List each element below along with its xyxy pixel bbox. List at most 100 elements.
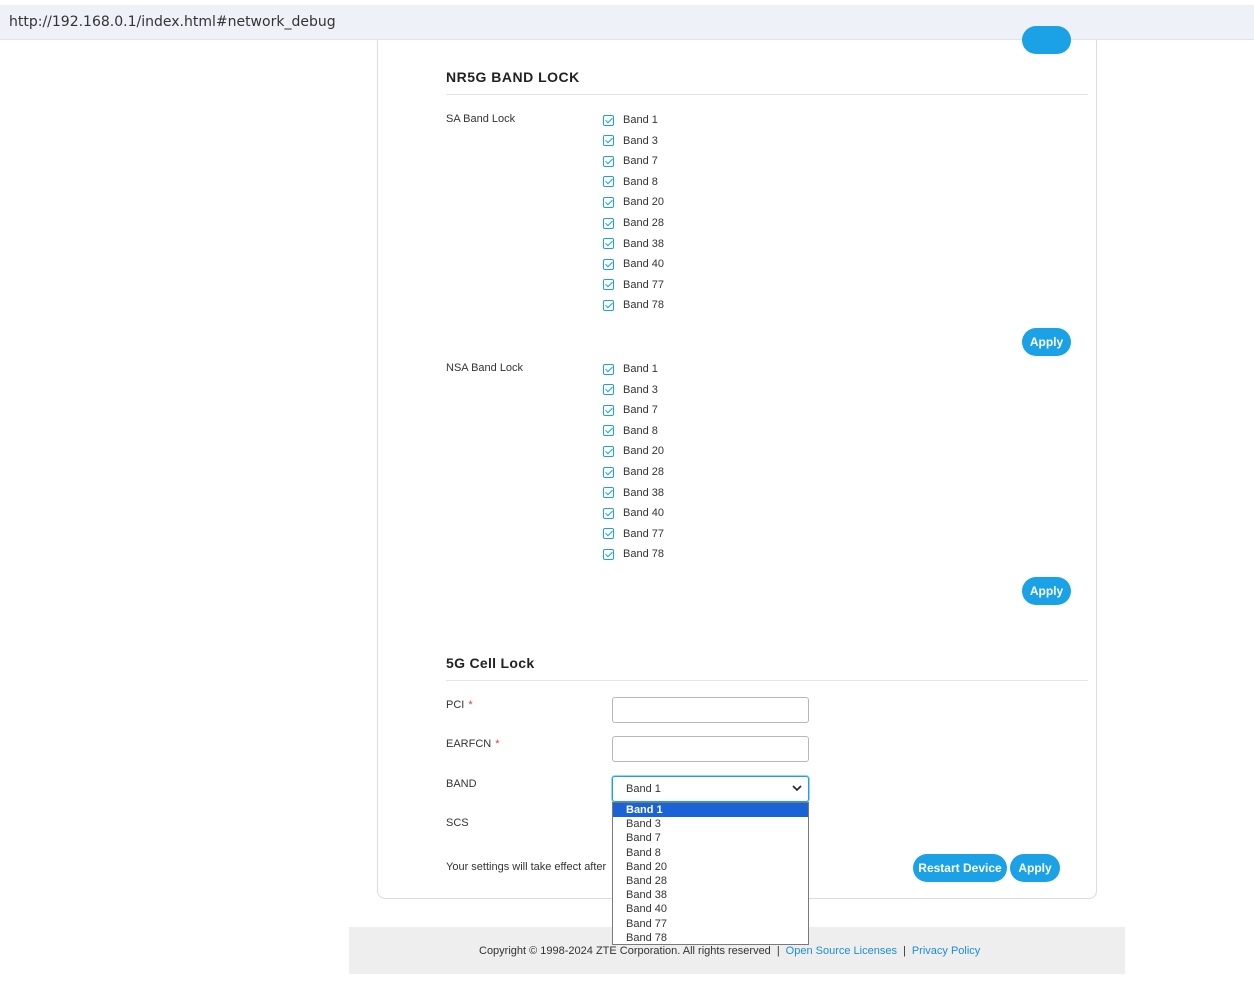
open-source-link[interactable]: Open Source Licenses [786,945,897,957]
checkbox-checked-icon[interactable] [603,507,614,519]
band-checkbox-label: Band 38 [623,237,664,250]
checkbox-checked-icon[interactable] [603,279,614,291]
band-label: BAND [446,778,477,790]
band-checkbox-label: Band 1 [623,114,658,126]
checkbox-checked-icon[interactable] [603,238,614,250]
band-option[interactable]: Band 7 [613,831,808,845]
sa-band-lock-label: SA Band Lock [446,113,516,125]
nsa-band-checkbox[interactable]: Band 8 [603,423,658,439]
checkbox-checked-icon[interactable] [603,528,614,540]
earfcn-label-text: EARFCN [446,738,492,750]
checkbox-checked-icon[interactable] [603,466,614,478]
band-select[interactable]: Band 1 [612,776,809,802]
pci-label: PCI * [446,699,473,711]
sa-band-checkbox[interactable]: Band 38 [603,236,664,252]
band-option[interactable]: Band 8 [613,846,808,860]
sa-band-checkbox[interactable]: Band 7 [603,153,658,169]
divider [446,94,1088,95]
nsa-band-checkbox[interactable]: Band 40 [603,505,664,521]
band-checkbox-label: Band 7 [623,155,658,168]
checkbox-checked-icon[interactable] [603,445,614,457]
sa-band-checkbox[interactable]: Band 20 [603,194,664,210]
band-option[interactable]: Band 28 [613,874,808,888]
nsa-band-checkbox[interactable]: Band 77 [603,526,664,542]
checkbox-checked-icon[interactable] [603,155,614,167]
chevron-down-icon [792,785,802,792]
band-checkbox-label: Band 77 [623,527,664,540]
band-option[interactable]: Band 3 [613,817,808,831]
band-checkbox-label: Band 3 [623,383,658,396]
band-option[interactable]: Band 1 [613,803,808,818]
checkbox-checked-icon[interactable] [603,363,614,375]
required-mark: * [468,699,473,711]
restart-device-button[interactable]: Restart Device [913,854,1007,882]
section-title-nr5g: NR5G BAND LOCK [446,69,580,85]
checkbox-checked-icon[interactable] [603,425,614,437]
sa-band-checkbox[interactable]: Band 77 [603,277,664,293]
sa-band-checkbox[interactable]: Band 78 [603,297,664,313]
checkbox-checked-icon[interactable] [603,114,614,126]
footer-text: Copyright © 1998-2024 ZTE Corporation. A… [479,945,980,957]
pci-input[interactable] [612,697,809,723]
nsa-band-lock-label: NSA Band Lock [446,362,524,374]
checkbox-checked-icon[interactable] [603,487,614,499]
earfcn-label: EARFCN * [446,738,500,750]
footer-separator: | [776,945,780,957]
checkbox-checked-icon[interactable] [603,384,614,396]
pci-label-text: PCI [446,699,465,711]
band-checkbox-label: Band 28 [623,466,664,478]
sa-band-checkbox[interactable]: Band 8 [603,174,658,190]
band-checkbox-label: Band 1 [623,363,658,375]
band-checkbox-label: Band 28 [623,217,664,229]
nsa-band-checkbox[interactable]: Band 38 [603,485,664,501]
settings-notice: Your settings will take effect after [446,861,607,873]
nsa-band-checkbox[interactable]: Band 28 [603,464,664,480]
band-checkbox-label: Band 20 [623,445,664,458]
required-mark: * [495,738,500,750]
band-checkbox-label: Band 3 [623,134,658,147]
privacy-policy-link[interactable]: Privacy Policy [912,945,980,957]
sa-band-checkbox[interactable]: Band 3 [603,133,658,149]
checkbox-checked-icon[interactable] [603,404,614,416]
band-select-value: Band 1 [626,783,661,795]
checkbox-checked-icon[interactable] [603,176,614,188]
sa-apply-button[interactable]: Apply [1022,328,1071,356]
checkbox-checked-icon[interactable] [603,135,614,147]
copyright-text: Copyright © 1998-2024 ZTE Corporation. A… [479,945,771,957]
band-option[interactable]: Band 40 [613,902,808,916]
checkbox-checked-icon[interactable] [603,217,614,229]
nsa-band-checkbox[interactable]: Band 78 [603,546,664,562]
nsa-apply-button[interactable]: Apply [1022,577,1071,605]
sa-band-checkbox[interactable]: Band 1 [603,112,658,128]
checkbox-checked-icon[interactable] [603,548,614,560]
band-option[interactable]: Band 77 [613,917,808,931]
section-title-cell-lock: 5G Cell Lock [446,655,535,671]
band-dropdown-list[interactable]: Band 1 Band 3 Band 7 Band 8 Band 20 Band 28 Ba… [612,802,809,945]
band-checkbox-label: Band 8 [623,424,658,437]
band-option[interactable]: Band 20 [613,860,808,874]
band-checkbox-label: Band 40 [623,258,664,271]
band-checkbox-label: Band 20 [623,196,664,209]
checkbox-checked-icon[interactable] [603,258,614,270]
sa-band-checkbox[interactable]: Band 40 [603,256,664,272]
sa-band-checkbox[interactable]: Band 28 [603,215,664,231]
settings-card [377,40,1097,899]
band-checkbox-label: Band 77 [623,278,664,291]
footer-separator: | [902,945,906,957]
cell-lock-apply-button[interactable]: Apply [1010,854,1060,882]
band-checkbox-label: Band 38 [623,486,664,499]
divider [446,680,1088,681]
nsa-band-checkbox[interactable]: Band 3 [603,382,658,398]
previous-apply-button[interactable] [1022,26,1071,54]
band-option[interactable]: Band 78 [613,931,808,945]
band-checkbox-label: Band 7 [623,404,658,417]
nsa-band-checkbox[interactable]: Band 7 [603,402,658,418]
checkbox-checked-icon[interactable] [603,196,614,208]
nsa-band-checkbox[interactable]: Band 20 [603,443,664,459]
band-option[interactable]: Band 38 [613,888,808,902]
nsa-band-checkbox[interactable]: Band 1 [603,361,658,377]
band-checkbox-label: Band 78 [623,299,664,312]
earfcn-input[interactable] [612,736,809,762]
band-checkbox-label: Band 8 [623,175,658,188]
checkbox-checked-icon[interactable] [603,299,614,311]
